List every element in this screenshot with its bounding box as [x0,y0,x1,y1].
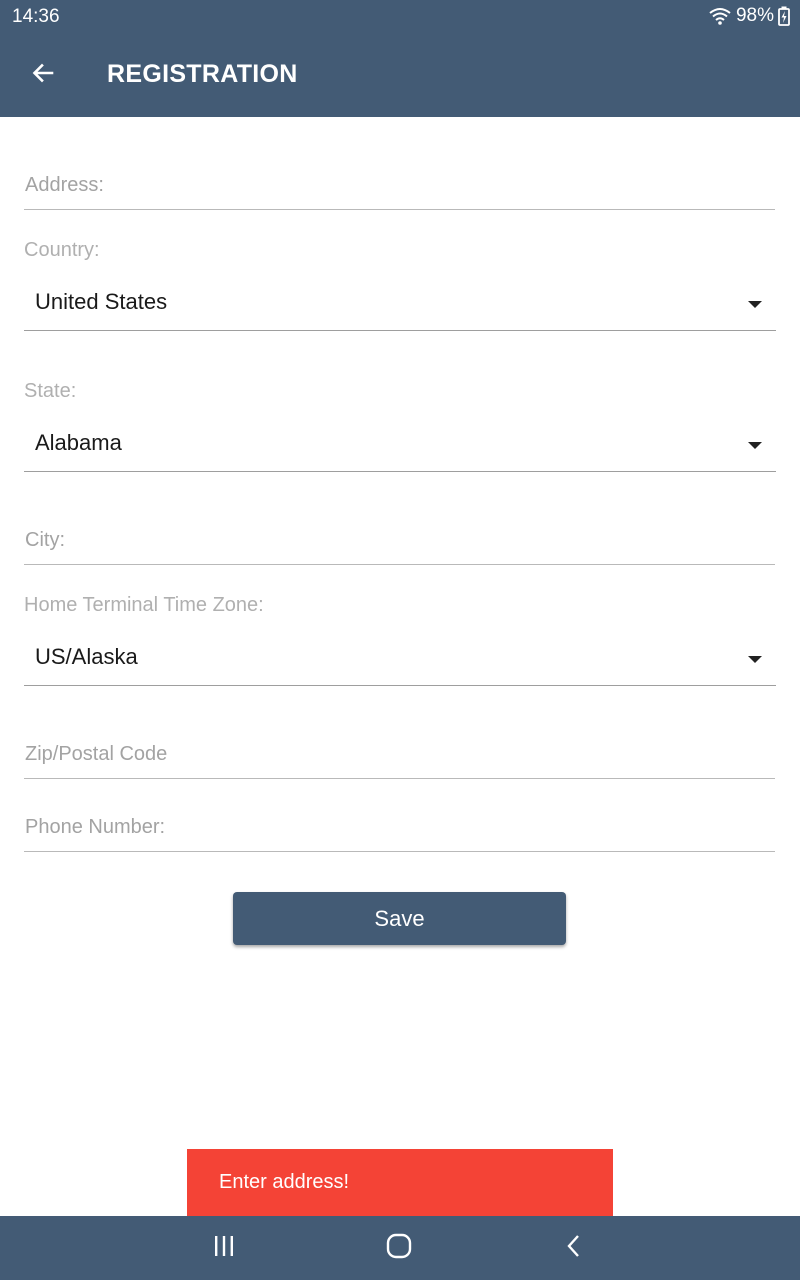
arrow-back-icon [31,61,55,90]
nav-back-icon [565,1234,583,1263]
zip-field[interactable]: Zip/Postal Code [24,719,775,779]
nav-back-button[interactable] [544,1228,604,1268]
back-button[interactable] [22,54,64,96]
navigation-bar [0,1216,800,1280]
address-field[interactable]: Address: [24,150,775,210]
dropdown-arrow-icon [748,301,762,308]
country-label: Country: [24,239,100,261]
battery-charging-icon [778,6,790,26]
time-zone-select[interactable]: US/Alaska [24,636,776,686]
status-time: 14:36 [12,6,60,27]
dropdown-arrow-icon [748,656,762,663]
app-bar: REGISTRATION [0,34,800,117]
time-zone-label: Home Terminal Time Zone: [24,594,264,616]
city-placeholder: City: [25,529,65,551]
address-placeholder: Address: [25,174,104,196]
country-value: United States [35,289,168,314]
phone-field[interactable]: Phone Number: [24,792,775,852]
dropdown-arrow-icon [748,442,762,449]
state-select[interactable]: Alabama [24,422,776,472]
toast-message: Enter address! [219,1171,350,1193]
phone-placeholder: Phone Number: [25,816,166,838]
battery-percent: 98% [735,5,774,26]
zip-placeholder: Zip/Postal Code [25,743,168,765]
time-zone-value: US/Alaska [35,644,138,669]
recent-apps-button[interactable] [194,1228,254,1268]
wifi-icon [708,6,732,26]
state-value: Alabama [35,430,122,455]
country-select[interactable]: United States [24,281,776,331]
error-toast: Enter address! [187,1149,613,1216]
city-field[interactable]: City: [24,505,775,565]
page-title: REGISTRATION [107,60,298,88]
home-button[interactable] [369,1228,429,1268]
state-label: State: [24,380,77,402]
save-button[interactable]: Save [233,892,566,945]
recent-apps-icon [212,1235,236,1262]
status-bar: 14:36 98% [0,0,800,34]
status-indicators: 98% [708,5,790,27]
home-icon [386,1233,412,1264]
